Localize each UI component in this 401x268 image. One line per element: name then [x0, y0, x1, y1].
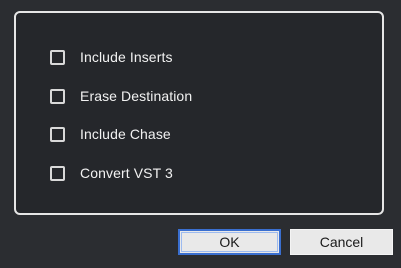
cancel-button[interactable]: Cancel — [290, 229, 393, 255]
include-inserts-checkbox[interactable] — [50, 49, 65, 65]
dialog: Include Inserts Erase Destination Includ… — [0, 0, 401, 268]
option-label: Convert VST 3 — [80, 165, 173, 181]
options-panel: Include Inserts Erase Destination Includ… — [14, 11, 384, 215]
convert-vst3-checkbox[interactable] — [50, 165, 65, 181]
option-include-chase[interactable]: Include Chase — [50, 124, 171, 144]
ok-button[interactable]: OK — [178, 229, 281, 255]
option-label: Include Chase — [80, 126, 171, 142]
include-chase-checkbox[interactable] — [50, 126, 65, 142]
option-erase-destination[interactable]: Erase Destination — [50, 86, 192, 106]
option-include-inserts[interactable]: Include Inserts — [50, 47, 173, 67]
erase-destination-checkbox[interactable] — [50, 88, 65, 104]
option-label: Include Inserts — [80, 49, 173, 65]
option-convert-vst3[interactable]: Convert VST 3 — [50, 163, 173, 183]
option-label: Erase Destination — [80, 88, 193, 104]
